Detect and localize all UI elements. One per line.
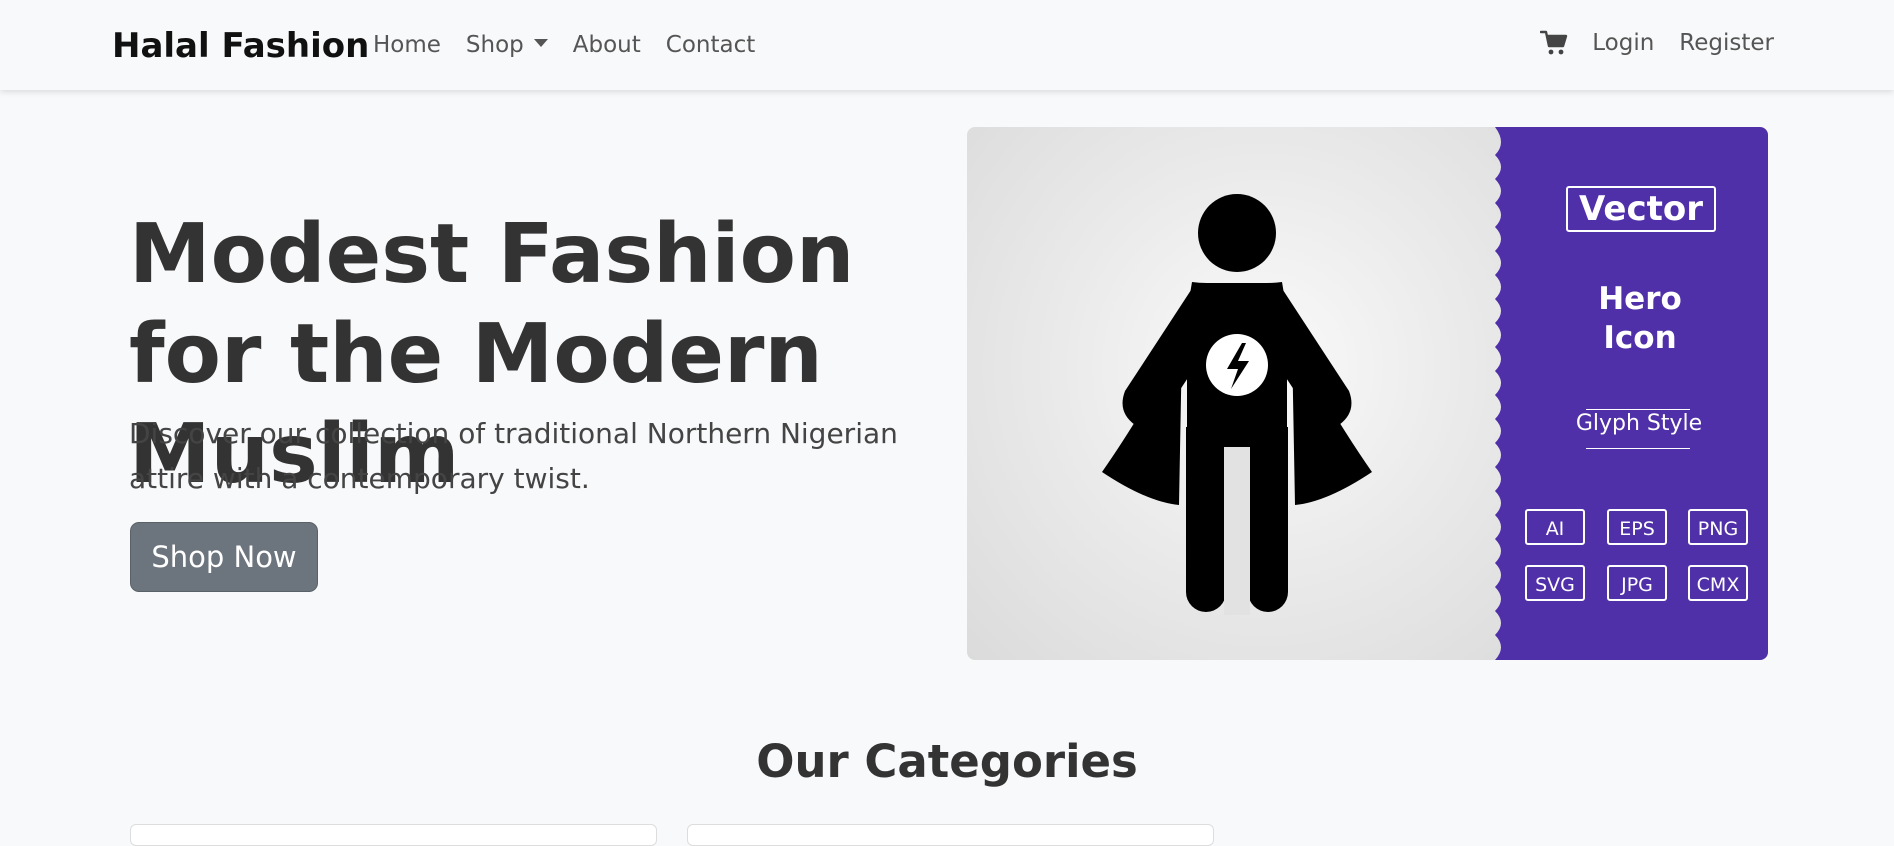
hero-subtitle: Discover our collection of traditional N… [129, 417, 898, 495]
navbar: Halal Fashion Home Shop About Contact Lo… [0, 0, 1894, 90]
nav-link-contact[interactable]: Contact [666, 32, 755, 58]
nav-link-shop-label: Shop [465, 32, 524, 58]
hero-icon-title-line1: Hero [1598, 281, 1682, 317]
glyph-style-label: Glyph Style [1575, 411, 1703, 436]
nav-link-home[interactable]: Home [373, 32, 441, 58]
shop-now-button[interactable]: Shop Now [130, 522, 318, 592]
hero-image: Vector Hero Icon Glyph Style AI EPS PNG … [967, 127, 1768, 660]
category-card[interactable] [687, 824, 1214, 846]
vector-label: Vector [1566, 186, 1716, 232]
nav-link-about[interactable]: About [573, 32, 641, 58]
format-badge-jpg: JPG [1607, 565, 1667, 601]
format-badge-png: PNG [1688, 509, 1748, 545]
nav-links: Home Shop About Contact [373, 32, 780, 58]
login-link[interactable]: Login [1592, 30, 1654, 56]
format-badge-cmx: CMX [1688, 565, 1748, 601]
nav-link-shop[interactable]: Shop [466, 32, 548, 58]
format-badge-ai: AI [1525, 509, 1585, 545]
format-badge-eps: EPS [1607, 509, 1667, 545]
chevron-down-icon [533, 38, 548, 47]
format-badge-svg: SVG [1525, 565, 1585, 601]
categories-title: Our Categories [756, 735, 1138, 788]
cart-icon[interactable] [1540, 30, 1568, 56]
hero-icon-title-line2: Icon [1603, 320, 1677, 356]
register-link[interactable]: Register [1679, 30, 1774, 56]
nav-right: Login Register [1540, 30, 1774, 56]
category-card[interactable] [130, 824, 657, 846]
hero-icon-title: Hero Icon [1556, 280, 1724, 358]
brand-logo[interactable]: Halal Fashion [112, 26, 369, 66]
divider [1586, 448, 1690, 449]
